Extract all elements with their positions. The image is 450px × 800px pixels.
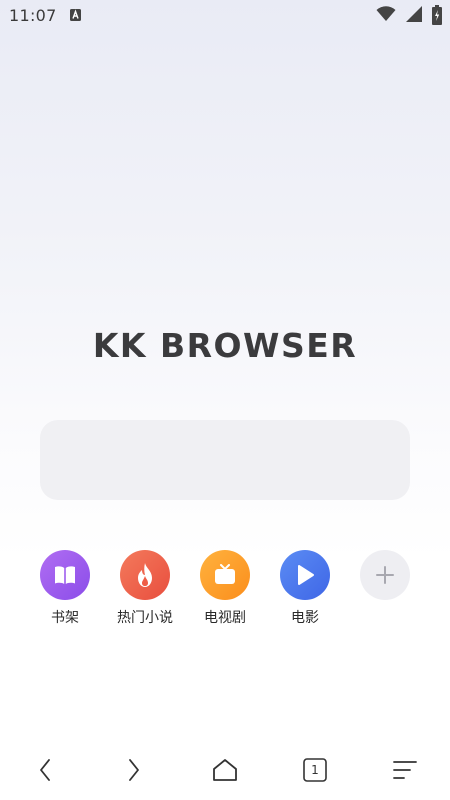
tab-count: 1	[311, 763, 319, 777]
menu-button[interactable]	[385, 750, 425, 790]
add-icon	[360, 550, 410, 600]
shortcut-label: 电视剧	[204, 610, 246, 626]
app-logo: KK BROWSER	[92, 326, 358, 365]
status-time: 11:07	[9, 6, 57, 25]
shortcut-label: 热门小说	[117, 610, 173, 626]
status-bar: 11:07	[0, 0, 450, 32]
shortcut-movies[interactable]: 电影	[265, 550, 345, 627]
bottom-nav: 1	[0, 740, 450, 800]
home-button[interactable]	[205, 750, 245, 790]
shortcut-bookshelf[interactable]: 书架	[25, 550, 105, 627]
tabs-button[interactable]: 1	[295, 750, 335, 790]
battery-charging-icon	[432, 5, 442, 25]
a-notification-icon	[70, 9, 81, 21]
menu-icon	[393, 761, 417, 779]
tabs-icon: 1	[303, 758, 327, 782]
play-icon	[280, 550, 330, 600]
wifi-icon	[376, 6, 396, 21]
shortcut-grid: 书架 热门小说 电视剧 电影	[0, 550, 450, 630]
forward-button[interactable]	[114, 750, 154, 790]
search-input[interactable]	[40, 420, 410, 500]
shortcut-hot-novels[interactable]: 热门小说	[105, 550, 185, 627]
tv-icon	[200, 550, 250, 600]
home-icon	[213, 759, 237, 781]
shortcut-label: 电影	[291, 610, 319, 626]
shortcut-label: 书架	[51, 610, 79, 626]
fire-icon	[120, 550, 170, 600]
book-icon	[40, 550, 90, 600]
signal-icon	[406, 6, 422, 22]
back-button[interactable]	[25, 750, 65, 790]
back-icon	[40, 759, 50, 781]
shortcut-add[interactable]	[345, 550, 425, 607]
shortcut-tv-series[interactable]: 电视剧	[185, 550, 265, 627]
forward-icon	[129, 759, 139, 781]
